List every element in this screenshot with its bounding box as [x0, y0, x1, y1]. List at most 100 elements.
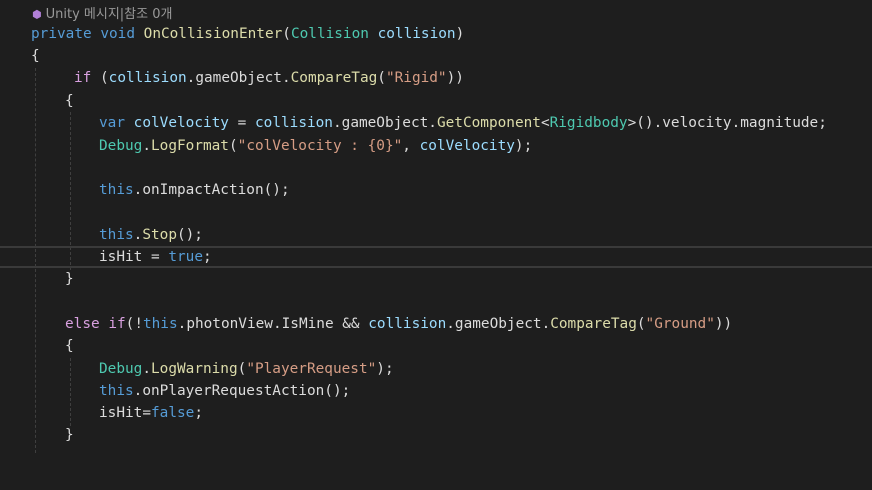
token: { [65, 93, 74, 109]
token: ; [194, 405, 203, 421]
token: . [541, 316, 551, 332]
code-line[interactable]: { [0, 335, 872, 357]
token: LogWarning [151, 361, 238, 377]
code-line[interactable]: } [0, 424, 872, 446]
token: . [731, 115, 741, 131]
token: collision [255, 115, 333, 131]
code-line[interactable]: { [0, 45, 872, 67]
token: && [333, 316, 369, 332]
token: } [65, 427, 74, 443]
token: ( [237, 361, 247, 377]
token: this [99, 182, 134, 198]
code-line[interactable]: this.onImpactAction(); [0, 179, 872, 201]
token: ); [514, 138, 533, 154]
token: "colVelocity : {0}" [237, 138, 403, 154]
token: Debug [99, 138, 143, 154]
token: photonView [186, 316, 273, 332]
token: colVelocity [419, 138, 515, 154]
token: isHit [99, 249, 143, 265]
token: if [74, 70, 92, 86]
token: true [168, 249, 203, 265]
token: ( [282, 26, 291, 42]
code-line[interactable]: var colVelocity = collision.gameObject.G… [0, 112, 872, 134]
token: . [332, 115, 342, 131]
token: (); [176, 227, 203, 243]
token: "Rigid" [385, 70, 447, 86]
token: ) [455, 26, 465, 42]
token: . [177, 316, 187, 332]
code-editor[interactable]: ⬢ Unity 메시지|참조 0개 private void OnCollisio… [0, 0, 872, 453]
token: ( [100, 70, 109, 86]
code-line[interactable]: { [0, 90, 872, 112]
code-line[interactable]: private void OnCollisionEnter(Collision … [0, 23, 872, 45]
token: (). [636, 115, 663, 131]
token: = [142, 405, 151, 421]
token: } [65, 271, 74, 287]
token: Collision [290, 26, 369, 42]
token: ( [636, 316, 646, 332]
token: . [142, 138, 151, 154]
token: collision [368, 316, 447, 332]
token: isHit [99, 405, 143, 421]
token: , [402, 138, 420, 154]
code-line[interactable]: else if(!this.photonView.IsMine && colli… [0, 313, 872, 335]
token: . [272, 316, 282, 332]
token: GetComponent [436, 115, 541, 131]
token: this [99, 383, 134, 399]
token: . [428, 115, 437, 131]
token: void [100, 26, 135, 42]
token: ( [377, 70, 386, 86]
code-line[interactable]: if (collision.gameObject.CompareTag("Rig… [0, 67, 872, 89]
token: LogFormat [151, 138, 229, 154]
token: (); [324, 383, 351, 399]
token: false [151, 405, 195, 421]
token: . [142, 361, 151, 377]
token: private [31, 26, 92, 42]
token: . [446, 316, 455, 332]
token: { [31, 48, 40, 64]
token: Stop [142, 227, 177, 243]
token: < [540, 115, 550, 131]
token: )) [446, 70, 464, 86]
token: collision [377, 26, 456, 42]
token: ( [228, 138, 238, 154]
token: = [142, 249, 169, 265]
token: IsMine [281, 316, 334, 332]
token: onPlayerRequestAction [142, 383, 325, 399]
token: var [99, 115, 125, 131]
token: onImpactAction [142, 182, 264, 198]
token: colVelocity [133, 115, 229, 131]
token: (); [263, 182, 290, 198]
code-line[interactable]: isHit=false; [0, 402, 872, 424]
token: CompareTag [290, 70, 378, 86]
token: this [142, 316, 178, 332]
code-line[interactable]: this.onPlayerRequestAction(); [0, 380, 872, 402]
token: CompareTag [550, 316, 637, 332]
code-line[interactable]: isHit = true; [0, 246, 872, 268]
token: this [99, 227, 134, 243]
token: ; [202, 249, 212, 265]
token: gameObject [341, 115, 429, 131]
token: > [627, 115, 637, 131]
unity-cube-icon: ⬢ [32, 8, 42, 21]
token: (! [125, 316, 143, 332]
code-line[interactable]: Debug.LogWarning("PlayerRequest"); [0, 358, 872, 380]
code-line[interactable]: Debug.LogFormat("colVelocity : {0}", col… [0, 135, 872, 157]
token: "Ground" [645, 316, 715, 332]
token: velocity [662, 115, 732, 131]
token: collision [108, 70, 187, 86]
token: ); [376, 361, 394, 377]
token: gameObject [454, 316, 542, 332]
code-line[interactable]: this.Stop(); [0, 224, 872, 246]
token: Rigidbody [549, 115, 628, 131]
token: Debug [99, 361, 143, 377]
token: ; [818, 115, 827, 131]
token: )) [714, 316, 733, 332]
token: . [281, 70, 291, 86]
token: else if [65, 316, 126, 332]
token: gameObject [195, 70, 282, 86]
code-line[interactable]: } [0, 268, 872, 290]
token: = [237, 115, 247, 131]
token: OnCollisionEnter [143, 26, 283, 42]
token: { [65, 338, 74, 354]
